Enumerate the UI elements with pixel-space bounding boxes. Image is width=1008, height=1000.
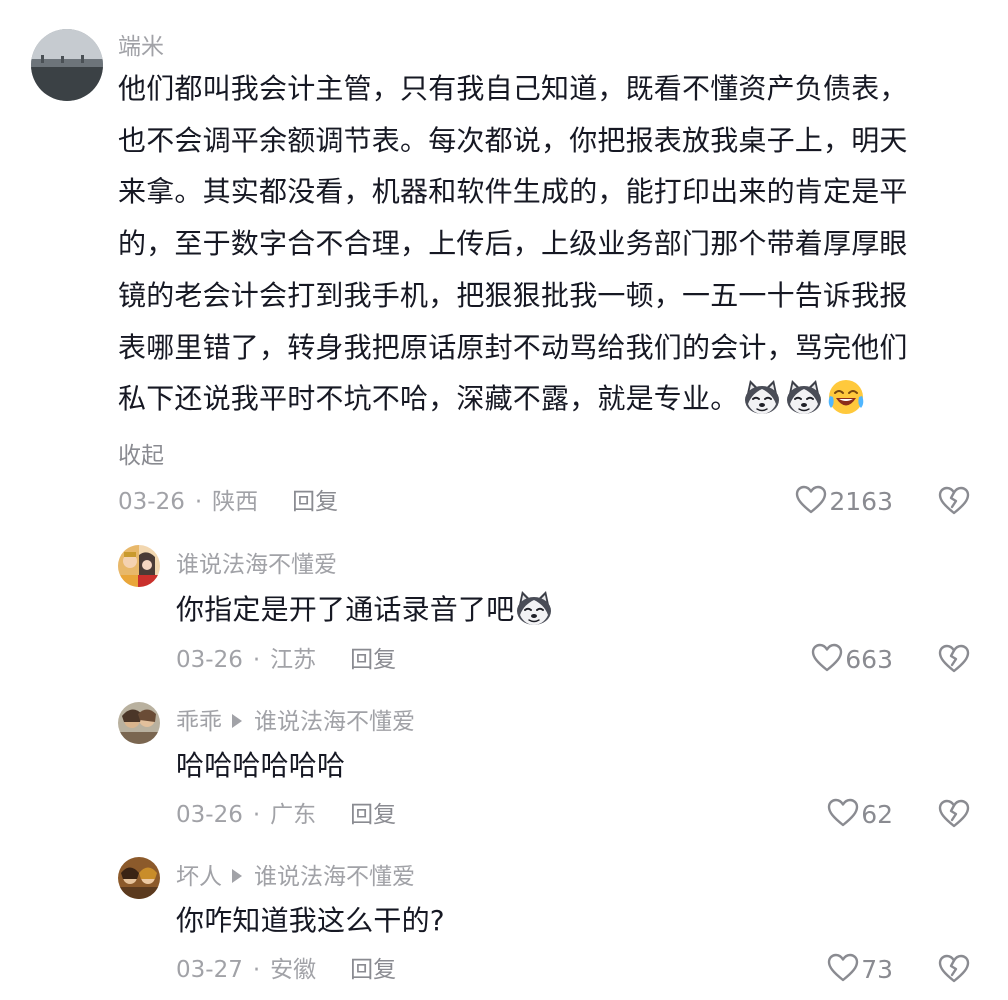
reply-button[interactable]: 回复 (350, 647, 396, 673)
laughing-crying-emoji (826, 377, 866, 417)
comment-1: 端米 他们都叫我会计主管，只有我自己知道，既看不懂资产负债表， 也不会调平余额调… (0, 0, 1008, 530)
comment-text: 你指定是开了通话录音了吧 (176, 584, 554, 636)
comment-author[interactable]: 谁说法海不懂爱 (176, 550, 337, 580)
dislike-button[interactable] (938, 798, 970, 834)
comment-text-line: 你指定是开了通话录音了吧 (176, 584, 554, 636)
broken-heart-icon (938, 485, 970, 517)
comment-date: 03-26 (176, 802, 243, 828)
separator-dot: · (252, 957, 261, 983)
collapse-button[interactable]: 收起 (118, 441, 164, 471)
separator-dot: · (194, 489, 203, 515)
comment-author[interactable]: 乖乖 (176, 709, 222, 735)
like-count: 2163 (829, 487, 893, 516)
like-count: 62 (861, 800, 893, 829)
avatar[interactable] (31, 29, 103, 101)
broken-heart-icon (938, 953, 970, 985)
comment-date: 03-26 (176, 647, 243, 673)
comment-author-line: 乖乖 谁说法海不懂爱 (176, 707, 415, 737)
comment-text-content: 哈哈哈哈哈哈 (176, 749, 346, 782)
comment-text-line: 也不会调平余额调节表。每次都说，你把报表放我桌子上，明天 (118, 123, 908, 157)
comment-date: 03-26 (118, 489, 185, 515)
like-button[interactable]: 2163 (795, 487, 893, 519)
comment-meta: 03-27 · 安徽 回复 (176, 955, 396, 985)
reply-arrow-icon (232, 713, 242, 728)
like-count: 663 (845, 645, 893, 674)
reply-arrow-icon (232, 868, 242, 883)
reply-button[interactable]: 回复 (292, 489, 338, 515)
husky-emoji (784, 377, 824, 417)
comment-location: 陕西 (212, 489, 259, 515)
reply-button[interactable]: 回复 (350, 957, 396, 983)
comment-author[interactable]: 端米 (118, 32, 164, 62)
comment-text-line: 私下还说我平时不坑不哈，深藏不露，就是专业。 (118, 373, 908, 425)
comment-date: 03-27 (176, 957, 243, 983)
broken-heart-icon (938, 643, 970, 675)
heart-outline-icon (795, 484, 827, 516)
like-button[interactable]: 663 (811, 645, 893, 677)
like-button[interactable]: 73 (827, 955, 893, 987)
comment-location: 安徽 (270, 957, 317, 983)
reply-to-author[interactable]: 谁说法海不懂爱 (254, 709, 415, 735)
separator-dot: · (252, 802, 261, 828)
avatar[interactable] (118, 545, 160, 587)
like-count: 73 (861, 955, 893, 984)
avatar[interactable] (118, 857, 160, 899)
comment-meta: 03-26 · 广东 回复 (176, 800, 396, 830)
comment-text-content: 你指定是开了通话录音了吧 (176, 593, 515, 626)
comment-text-line: 他们都叫我会计主管，只有我自己知道，既看不懂资产负债表， (118, 72, 908, 105)
comment-2: 谁说法海不懂爱 你指定是开了通话录音了吧 03-26 · 江苏 回复 663 (0, 540, 1008, 690)
comment-text: 哈哈哈哈哈哈 (176, 740, 345, 792)
comment-meta: 03-26 · 陕西 回复 (118, 487, 338, 517)
comment-text: 你咋知道我这么干的? (176, 895, 445, 947)
comment-text-line: 表哪里错了，转身我把原话原封不动骂给我们的会计，骂完他们 (118, 330, 908, 364)
like-button[interactable]: 62 (827, 800, 893, 832)
comment-text-line: 的，至于数字合不合理，上传后，上级业务部门那个带着厚厚眼 (118, 227, 908, 261)
husky-emoji (514, 588, 554, 628)
heart-outline-icon (827, 952, 859, 984)
separator-dot: · (252, 647, 261, 673)
comment-text-line: 镜的老会计会打到我手机，把狠狠批我一顿，一五一十告诉我报 (118, 278, 908, 312)
comment-location: 广东 (270, 802, 317, 828)
comment-location: 江苏 (270, 647, 317, 673)
comment-author[interactable]: 坏人 (176, 864, 222, 890)
reply-button[interactable]: 回复 (350, 802, 396, 828)
comment-text-content: 你咋知道我这么干的? (176, 904, 445, 937)
broken-heart-icon (938, 798, 970, 830)
comment-author-line: 坏人 谁说法海不懂爱 (176, 862, 415, 892)
comment-meta: 03-26 · 江苏 回复 (176, 645, 396, 675)
comment-4: 坏人 谁说法海不懂爱 你咋知道我这么干的? 03-27 · 安徽 回复 73 (0, 855, 1008, 1000)
husky-emoji (742, 377, 782, 417)
heart-outline-icon (811, 642, 843, 674)
comment-text: 他们都叫我会计主管，只有我自己知道，既看不懂资产负债表， 也不会调平余额调节表。… (118, 63, 908, 425)
dislike-button[interactable] (938, 953, 970, 989)
comment-text-line-last: 私下还说我平时不坑不哈，深藏不露，就是专业。 (118, 382, 739, 416)
avatar[interactable] (118, 702, 160, 744)
comment-text-line: 来拿。其实都没看，机器和软件生成的，能打印出来的肯定是平 (118, 175, 908, 209)
dislike-button[interactable] (938, 485, 970, 521)
comment-3: 乖乖 谁说法海不懂爱 哈哈哈哈哈哈 03-26 · 广东 回复 62 (0, 700, 1008, 850)
reply-to-author[interactable]: 谁说法海不懂爱 (254, 864, 415, 890)
dislike-button[interactable] (938, 643, 970, 679)
heart-outline-icon (827, 797, 859, 829)
